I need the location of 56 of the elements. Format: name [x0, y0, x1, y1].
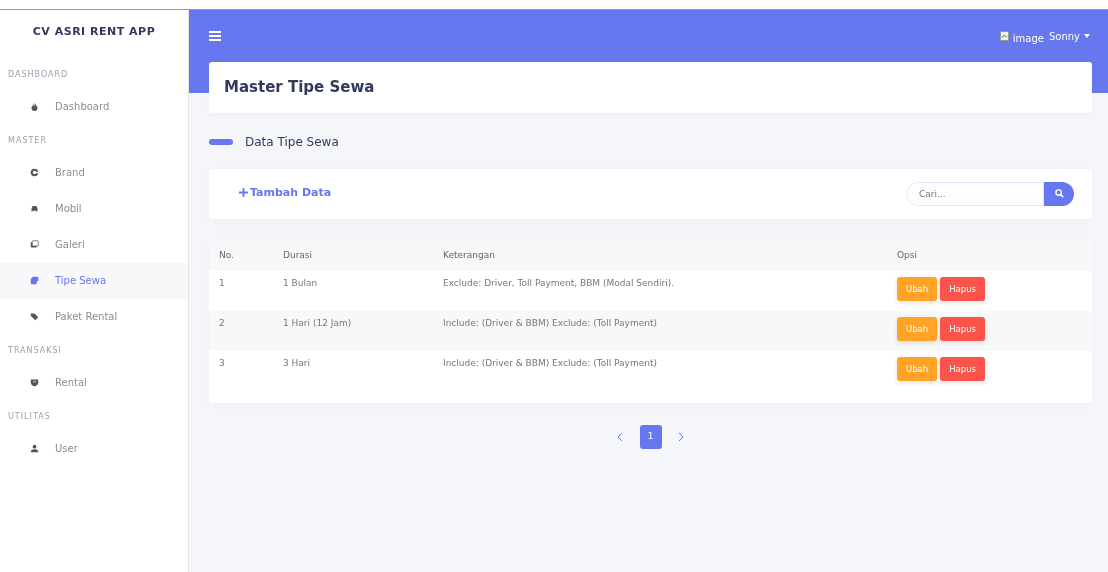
app-brand: CV ASRI RENT APP — [31, 24, 157, 40]
sidebar-heading: MASTER — [7, 134, 48, 147]
add-data-button[interactable]: Tambah Data — [239, 185, 332, 202]
user-icon — [30, 444, 39, 453]
sidebar-item[interactable]: Dashboard — [0, 88, 188, 125]
caret-icon — [1084, 34, 1090, 38]
search-field[interactable]: Cari... — [906, 181, 1044, 206]
edit-button[interactable]: Ubah — [897, 316, 938, 342]
column-header: No. — [209, 240, 273, 271]
menu-icon[interactable] — [209, 31, 221, 41]
page-button[interactable]: 1 — [639, 424, 662, 449]
table-cell: Exclude: Driver, Toll Payment, BBM (Modal Sendiri). — [433, 270, 887, 311]
edit-button[interactable]: Ubah — [897, 356, 938, 382]
sidebar-item[interactable]: Rental — [0, 364, 188, 401]
search-button[interactable] — [1044, 181, 1074, 206]
sidebar-heading: DASHBOARD — [7, 68, 70, 81]
chevron-right-icon — [678, 432, 683, 441]
table-cell: Include: (Driver & BBM) Exclude: (Toll Payment) — [433, 350, 887, 391]
sidebar-item[interactable]: Paket Rental — [0, 298, 188, 335]
sidebar-item[interactable]: Galeri — [0, 226, 188, 263]
fire-icon — [30, 102, 39, 111]
delete-button[interactable]: Hapus — [940, 276, 986, 302]
copyright-icon — [30, 168, 39, 177]
avatar-alt-text: image — [1012, 31, 1044, 46]
clone-icon — [30, 276, 39, 285]
user-menu[interactable]: Sonny — [1047, 27, 1091, 45]
shield-icon — [30, 378, 39, 387]
table-cell: 1 — [209, 270, 273, 311]
sidebar-heading: UTILITAS — [7, 410, 52, 423]
images-icon — [30, 240, 39, 249]
table-cell: 1 Hari (12 Jam) — [273, 310, 433, 351]
delete-button[interactable]: Hapus — [940, 356, 986, 382]
page-title: Master Tipe Sewa — [223, 77, 376, 98]
table-cell: 3 — [209, 350, 273, 391]
broken-image-icon — [999, 31, 1009, 41]
edit-button[interactable]: Ubah — [897, 276, 938, 302]
delete-button[interactable]: Hapus — [940, 316, 986, 342]
column-header: Opsi — [887, 240, 1092, 271]
sidebar-item[interactable]: Mobil — [0, 190, 188, 227]
search-icon — [1054, 189, 1064, 198]
plus-icon — [239, 188, 248, 198]
sidebar-item[interactable]: User — [0, 430, 188, 467]
sidebar-item[interactable]: Brand — [0, 154, 188, 191]
section-title: Data Tipe Sewa — [245, 133, 339, 151]
column-header: Keterangan — [433, 240, 887, 271]
sidebar-item[interactable]: Tipe Sewa — [0, 262, 188, 299]
column-header: Durasi — [273, 240, 433, 271]
table-cell: 2 — [209, 310, 273, 351]
table-cell: Include: (Driver & BBM) Exclude: (Toll Payment) — [433, 310, 887, 351]
table-cell: 1 Bulan — [273, 270, 433, 311]
section-marker — [209, 138, 233, 145]
chevron-left-icon — [618, 432, 623, 441]
table-cell: 3 Hari — [273, 350, 433, 391]
sidebar-heading: TRANSAKSI — [7, 344, 63, 357]
tags-icon — [30, 312, 39, 321]
car-icon — [30, 204, 39, 213]
